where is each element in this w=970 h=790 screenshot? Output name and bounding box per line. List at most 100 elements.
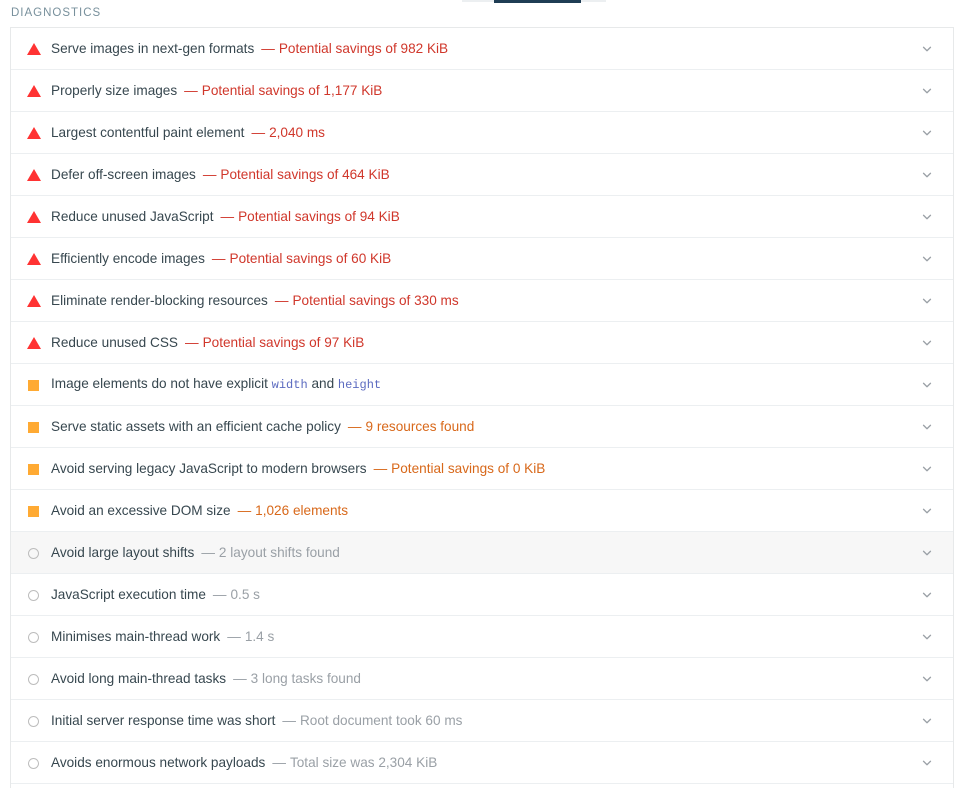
audit-separator: — <box>211 250 226 266</box>
audit-separator: — <box>347 418 362 434</box>
audit-row[interactable]: Avoids enormous network payloads — Total s… <box>11 742 953 784</box>
audit-title: Image elements do not have explicit widt… <box>51 376 382 392</box>
chevron-down-icon[interactable] <box>916 206 938 228</box>
audit-text: Properly size images — Potential savings o… <box>51 82 916 100</box>
chevron-down-icon[interactable] <box>916 710 938 732</box>
audit-text: Serve images in next-gen formats — Potenti… <box>51 40 916 58</box>
audit-title-fragment: Image elements do not have explicit <box>51 376 272 391</box>
chevron-down-icon[interactable] <box>916 290 938 312</box>
audit-text: Reduce unused CSS — Potential savings of 9… <box>51 334 916 352</box>
chevron-down-icon[interactable] <box>916 38 938 60</box>
circle-outline-icon <box>27 546 41 560</box>
audit-text: Eliminate render-blocking resources — Pote… <box>51 292 916 310</box>
audit-title: Reduce unused CSS <box>51 334 178 350</box>
chevron-down-icon[interactable] <box>916 332 938 354</box>
audit-separator: — <box>184 334 199 350</box>
warning-triangle-icon <box>27 252 41 266</box>
chevron-down-icon[interactable] <box>916 626 938 648</box>
audit-row[interactable]: Defer off-screen images — Potential saving… <box>11 154 953 196</box>
warning-triangle-icon <box>27 294 41 308</box>
audit-row[interactable]: Initial server response time was short — R… <box>11 700 953 742</box>
tab-bar-remnant <box>0 0 970 3</box>
audit-text: Reduce unused JavaScript — Potential savin… <box>51 208 916 226</box>
audit-row[interactable]: Largest contentful paint element —2,040 m… <box>11 112 953 154</box>
audit-separator: — <box>373 460 388 476</box>
audit-text: Image elements do not have explicit widt… <box>51 375 916 394</box>
warning-triangle-icon <box>27 84 41 98</box>
chevron-down-icon[interactable] <box>916 374 938 396</box>
audit-display-value: 1.4 s <box>244 628 275 644</box>
audit-separator: — <box>202 166 217 182</box>
audit-row[interactable]: Avoid large layout shifts —2 layout shift… <box>11 532 953 574</box>
chevron-down-icon[interactable] <box>916 500 938 522</box>
active-tab-underline <box>494 0 581 3</box>
audit-title: JavaScript execution time <box>51 586 206 602</box>
audit-display-value: Potential savings of 94 KiB <box>238 208 400 224</box>
audit-row[interactable]: JavaScript execution time —0.5 s <box>11 574 953 616</box>
audit-text: Minimises main-thread work —1.4 s <box>51 628 916 646</box>
audit-separator: — <box>227 628 241 644</box>
audit-title: Avoids enormous network payloads <box>51 754 266 770</box>
audit-title: Eliminate render-blocking resources <box>51 292 268 308</box>
audit-display-value: 3 long tasks found <box>250 670 361 686</box>
chevron-down-icon[interactable] <box>916 416 938 438</box>
chevron-down-icon[interactable] <box>916 668 938 690</box>
audit-row[interactable]: Avoid an excessive DOM size —1,026 elemen… <box>11 490 953 532</box>
audit-title-code: height <box>337 378 382 392</box>
audit-title: Minimises main-thread work <box>51 628 221 644</box>
chevron-down-icon[interactable] <box>916 80 938 102</box>
audit-row[interactable]: Image elements do not have explicit widt… <box>11 364 953 406</box>
audit-title: Avoid large layout shifts <box>51 544 195 560</box>
circle-outline-icon <box>27 630 41 644</box>
section-heading-diagnostics: DIAGNOSTICS <box>11 7 102 19</box>
audit-row[interactable]: Reduce unused JavaScript — Potential savin… <box>11 196 953 238</box>
audit-row[interactable]: Properly size images — Potential savings o… <box>11 70 953 112</box>
audit-separator: — <box>220 208 235 224</box>
audit-display-value: 0.5 s <box>230 586 260 602</box>
audit-display-value: 2,040 ms <box>269 124 325 140</box>
audit-separator: — <box>251 124 266 140</box>
audit-text: Defer off-screen images — Potential saving… <box>51 166 916 184</box>
audit-row[interactable]: Eliminate render-blocking resources — Pote… <box>11 280 953 322</box>
chevron-down-icon[interactable] <box>916 752 938 774</box>
audit-row[interactable]: Avoid serving legacy JavaScript to moder… <box>11 448 953 490</box>
audit-separator: — <box>212 586 227 602</box>
audit-title: Defer off-screen images <box>51 166 196 182</box>
chevron-down-icon[interactable] <box>916 458 938 480</box>
audit-separator: — <box>201 544 215 560</box>
audit-row[interactable]: Serve images in next-gen formats — Potenti… <box>11 28 953 70</box>
audit-separator: — <box>184 82 198 98</box>
audit-row[interactable]: Minimises main-thread work —1.4 s <box>11 616 953 658</box>
audit-text: Avoids enormous network payloads — Total s… <box>51 754 916 772</box>
audit-title: Serve static assets with an efficient ca… <box>51 418 341 434</box>
audit-display-value: Potential savings of 60 KiB <box>229 250 392 266</box>
audit-row[interactable]: Efficiently encode images — Potential savi… <box>11 238 953 280</box>
warning-triangle-icon <box>27 210 41 224</box>
audit-display-value: Potential savings of 1,177 KiB <box>201 82 383 98</box>
audit-title: Initial server response time was short <box>51 712 276 728</box>
audit-row[interactable]: Avoid long main-thread tasks —3 long task… <box>11 658 953 700</box>
chevron-down-icon[interactable] <box>916 248 938 270</box>
audit-title-fragment: and <box>307 376 338 391</box>
audit-title: Avoid long main-thread tasks <box>51 670 227 686</box>
circle-outline-icon <box>27 588 41 602</box>
audit-text: Avoid large layout shifts —2 layout shift… <box>51 544 916 562</box>
audit-display-value: Potential savings of 330 ms <box>292 292 459 308</box>
warning-triangle-icon <box>27 168 41 182</box>
audit-text: Initial server response time was short — R… <box>51 712 916 730</box>
audit-text: Avoid an excessive DOM size —1,026 elemen… <box>51 502 916 520</box>
warning-triangle-icon <box>27 336 41 350</box>
audit-title-code: width <box>271 378 308 392</box>
audit-display-value: 9 resources found <box>365 418 475 434</box>
audit-text: Efficiently encode images — Potential savi… <box>51 250 916 268</box>
audit-text: Avoid long main-thread tasks —3 long task… <box>51 670 916 688</box>
chevron-down-icon[interactable] <box>916 122 938 144</box>
audit-display-value: 1,026 elements <box>255 502 349 518</box>
audit-row[interactable]: Reduce unused CSS — Potential savings of 9… <box>11 322 953 364</box>
circle-outline-icon <box>27 714 41 728</box>
chevron-down-icon[interactable] <box>916 584 938 606</box>
audit-row[interactable]: Serve static assets with an efficient ca… <box>11 406 953 448</box>
chevron-down-icon[interactable] <box>916 542 938 564</box>
audit-display-value: Total size was 2,304 KiB <box>289 754 438 770</box>
chevron-down-icon[interactable] <box>916 164 938 186</box>
